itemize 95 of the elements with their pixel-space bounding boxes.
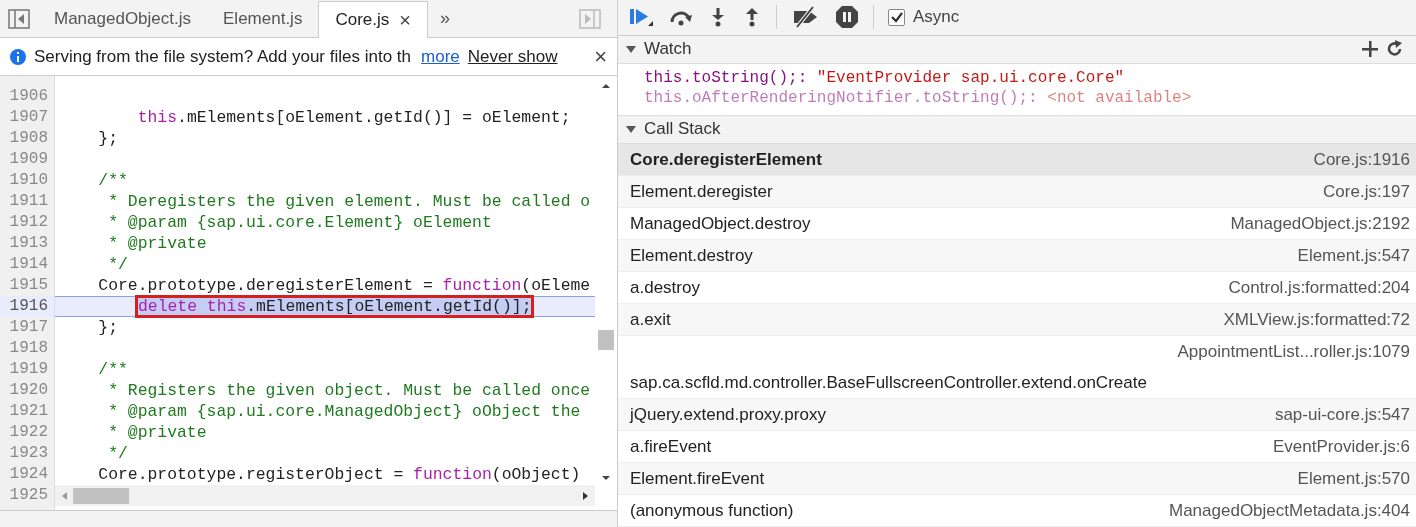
code-line: Core.prototype.deregisterElement = function(oEleme [97, 276, 591, 295]
line-number: 1921 [8, 401, 49, 422]
code-line: * @private [107, 234, 207, 253]
section-title[interactable]: Watch [644, 39, 692, 60]
line-number: 1910 [8, 170, 49, 191]
call-stack-frame[interactable]: jQuery.extend.proxy.proxy sap-ui-core.js:547 [618, 399, 1416, 431]
source-location[interactable]: Element.js:547 [1297, 240, 1410, 271]
call-stack-frame[interactable]: Element.deregister Core.js:197 [618, 176, 1416, 208]
code-line: /** [97, 171, 128, 190]
function-name: sap.ca.scfld.md.controller.BaseFullscreenController.extend.onCreate [630, 372, 1147, 394]
code-line: Core.prototype.registerObject = function(oObject) [97, 465, 581, 484]
code-line: this.mElements[oElement.getId()] = oElement; [136, 108, 571, 127]
code-line: * @private [107, 423, 207, 442]
horizontal-scrollbar[interactable] [55, 485, 595, 506]
call-stack-frame[interactable]: (anonymous function) ManagedObjectMetadata.js:404 [618, 495, 1416, 527]
line-number: 1923 [8, 443, 49, 464]
highlighted-code: delete this.mElements[oElement.getId()]; [138, 298, 532, 315]
line-number: 1912 [8, 212, 49, 233]
function-name: Element.deregister [630, 181, 773, 203]
scroll-thumb[interactable] [73, 487, 129, 504]
call-stack-frame[interactable]: Core.deregisterElement Core.js:1916 [618, 144, 1416, 176]
more-link[interactable]: more [421, 46, 460, 67]
function-name: (anonymous function) [630, 500, 794, 522]
file-tab[interactable]: Core.js × [318, 1, 428, 38]
expand-triangle-icon[interactable] [626, 44, 636, 55]
source-location[interactable]: ManagedObjectMetadata.js:404 [1169, 495, 1410, 526]
function-name: ManagedObject.destroy [630, 213, 811, 235]
call-stack-frame[interactable]: Element.destroy Element.js:547 [618, 240, 1416, 272]
code-line: * Registers the given object. Must be called once [107, 381, 591, 400]
pause-on-exceptions-icon[interactable] [835, 5, 859, 30]
line-number: 1919 [8, 359, 49, 380]
line-number: 1925 [8, 485, 49, 506]
add-icon[interactable] [1362, 41, 1378, 58]
function-name: a.destroy [630, 277, 700, 299]
never-show-link[interactable]: Never show [467, 46, 558, 67]
checkbox[interactable] [888, 8, 905, 26]
close-button[interactable]: × [594, 43, 607, 70]
function-name: a.exit [630, 309, 671, 331]
line-number: 1914 [8, 254, 49, 275]
source-location[interactable]: Core.js:1916 [1313, 144, 1410, 175]
code-line: /** [97, 360, 128, 379]
line-number: 1922 [8, 422, 49, 443]
resume-icon[interactable] [628, 6, 654, 29]
info-icon [10, 48, 26, 65]
refresh-icon[interactable] [1386, 40, 1404, 59]
more-tabs-button[interactable]: » [439, 8, 450, 29]
code-line: * @param {sap.ui.core.Element} oElement [107, 213, 492, 232]
scroll-up-icon[interactable] [601, 82, 611, 90]
function-name: Element.destroy [630, 245, 753, 267]
watch-expression: this.oAfterRenderingNotifier.toString();: <not available> [644, 87, 1193, 108]
source-location[interactable]: XMLView.js:formatted:72 [1223, 304, 1410, 335]
line-number: 1924 [8, 464, 49, 485]
line-number: 1917 [8, 317, 49, 338]
code-line: }; [97, 318, 119, 337]
source-location[interactable]: ManagedObject.js:2192 [1230, 208, 1410, 239]
line-number: 1916 [0, 296, 54, 317]
source-location[interactable]: Element.js:570 [1297, 463, 1410, 494]
function-name: jQuery.extend.proxy.proxy [630, 404, 826, 426]
banner-message: Serving from the file system? Add your files into th [34, 46, 411, 67]
sidebar-toggle-icon[interactable] [579, 8, 601, 29]
scroll-right-icon[interactable] [581, 490, 589, 501]
call-stack-frame[interactable]: a.exit XMLView.js:formatted:72 [618, 304, 1416, 336]
expand-triangle-icon[interactable] [626, 124, 636, 135]
line-number: 1908 [8, 128, 49, 149]
source-location[interactable]: EventProvider.js:6 [1273, 431, 1410, 462]
code-line: */ [107, 444, 128, 463]
watch-expression: this.toString();: "EventProvider sap.ui.core.Core" [644, 67, 1126, 88]
scroll-thumb[interactable] [598, 330, 614, 350]
line-number: 1906 [8, 86, 49, 107]
call-stack-frame[interactable]: Element.fireEvent Element.js:570 [618, 463, 1416, 495]
file-tab[interactable]: ManagedObject.js [38, 1, 208, 37]
line-number: 1909 [8, 149, 49, 170]
function-name: Core.deregisterElement [630, 149, 822, 171]
code-line: }; [97, 129, 119, 148]
source-location[interactable]: sap-ui-core.js:547 [1274, 399, 1410, 430]
code-line: * Deregisters the given element. Must be called o [107, 192, 591, 211]
async-checkbox[interactable]: Async [888, 7, 960, 28]
source-location[interactable]: Control.js:formatted:204 [1228, 272, 1410, 303]
source-location[interactable]: Core.js:197 [1323, 176, 1410, 207]
line-number: 1913 [8, 233, 49, 254]
line-number: 1911 [8, 191, 49, 212]
line-number: 1920 [8, 380, 49, 401]
code-line: */ [107, 255, 128, 274]
function-name: Element.fireEvent [630, 468, 765, 490]
section-title[interactable]: Call Stack [644, 119, 721, 140]
close-tab-button[interactable]: × [399, 8, 411, 32]
file-tab[interactable]: Element.js [207, 1, 319, 37]
line-number: 1918 [8, 338, 49, 359]
line-number: 1915 [8, 275, 49, 296]
code-line: * @param {sap.ui.core.ManagedObject} oObject the [107, 402, 581, 421]
scroll-down-icon[interactable] [601, 474, 611, 482]
navigator-toggle-icon[interactable] [8, 8, 30, 29]
function-name: a.fireEvent [630, 436, 712, 458]
line-number: 1907 [8, 107, 49, 128]
source-location[interactable]: AppointmentList...roller.js:1079 [1177, 336, 1410, 367]
